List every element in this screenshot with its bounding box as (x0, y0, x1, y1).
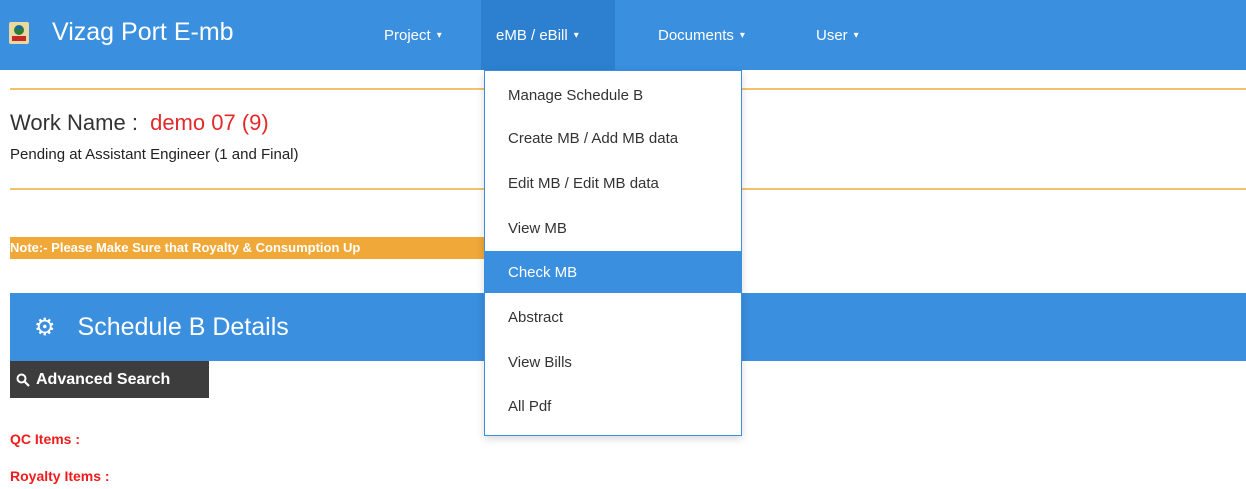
work-name-heading: Work Name : demo 07 (9) (10, 110, 269, 136)
caret-down-icon: ▾ (573, 29, 579, 41)
menu-item-all-pdf[interactable]: All Pdf (485, 385, 741, 427)
menu-item-view-mb[interactable]: View MB (485, 207, 741, 249)
menu-item-manage-schedule-b[interactable]: Manage Schedule B (485, 74, 741, 116)
caret-down-icon: ▾ (853, 29, 859, 41)
menu-item-check-mb[interactable]: Check MB (485, 251, 741, 293)
qc-items-label: QC Items : (10, 431, 81, 447)
nav-user[interactable]: User ▾ (816, 0, 859, 70)
emb-ebill-dropdown-menu: Manage Schedule B Create MB / Add MB dat… (484, 70, 742, 436)
note-banner: Note:- Please Make Sure that Royalty & C… (10, 237, 490, 259)
top-navbar: Vizag Port E-mb Project ▾ eMB / eBill ▾ … (0, 0, 1246, 70)
menu-item-create-mb[interactable]: Create MB / Add MB data (485, 117, 741, 159)
nav-documents[interactable]: Documents ▾ (658, 0, 745, 70)
work-name-label: Work Name : (10, 110, 138, 135)
nav-user-label: User (816, 26, 848, 44)
nav-project-label: Project (384, 26, 431, 44)
nav-emb-label: eMB / eBill (496, 26, 568, 44)
gear-icon: ⚙ (34, 313, 56, 341)
nav-documents-label: Documents (658, 26, 734, 44)
caret-down-icon: ▾ (436, 29, 442, 41)
nav-project[interactable]: Project ▾ (384, 0, 442, 70)
work-name-value: demo 07 (9) (150, 110, 269, 135)
port-logo-icon (8, 21, 30, 45)
caret-down-icon: ▾ (739, 29, 745, 41)
menu-item-view-bills[interactable]: View Bills (485, 341, 741, 383)
royalty-items-label: Royalty Items : (10, 468, 110, 484)
nav-emb-ebill[interactable]: eMB / eBill ▾ (481, 0, 615, 70)
panel-title: Schedule B Details (77, 312, 289, 341)
menu-item-edit-mb[interactable]: Edit MB / Edit MB data (485, 162, 741, 204)
brand[interactable]: Vizag Port E-mb (8, 18, 234, 47)
search-icon (16, 373, 30, 387)
advanced-search-label: Advanced Search (36, 370, 171, 388)
brand-title: Vizag Port E-mb (52, 18, 234, 46)
menu-item-abstract[interactable]: Abstract (485, 296, 741, 338)
work-status: Pending at Assistant Engineer (1 and Fin… (10, 146, 299, 163)
advanced-search-button[interactable]: Advanced Search (10, 361, 209, 398)
